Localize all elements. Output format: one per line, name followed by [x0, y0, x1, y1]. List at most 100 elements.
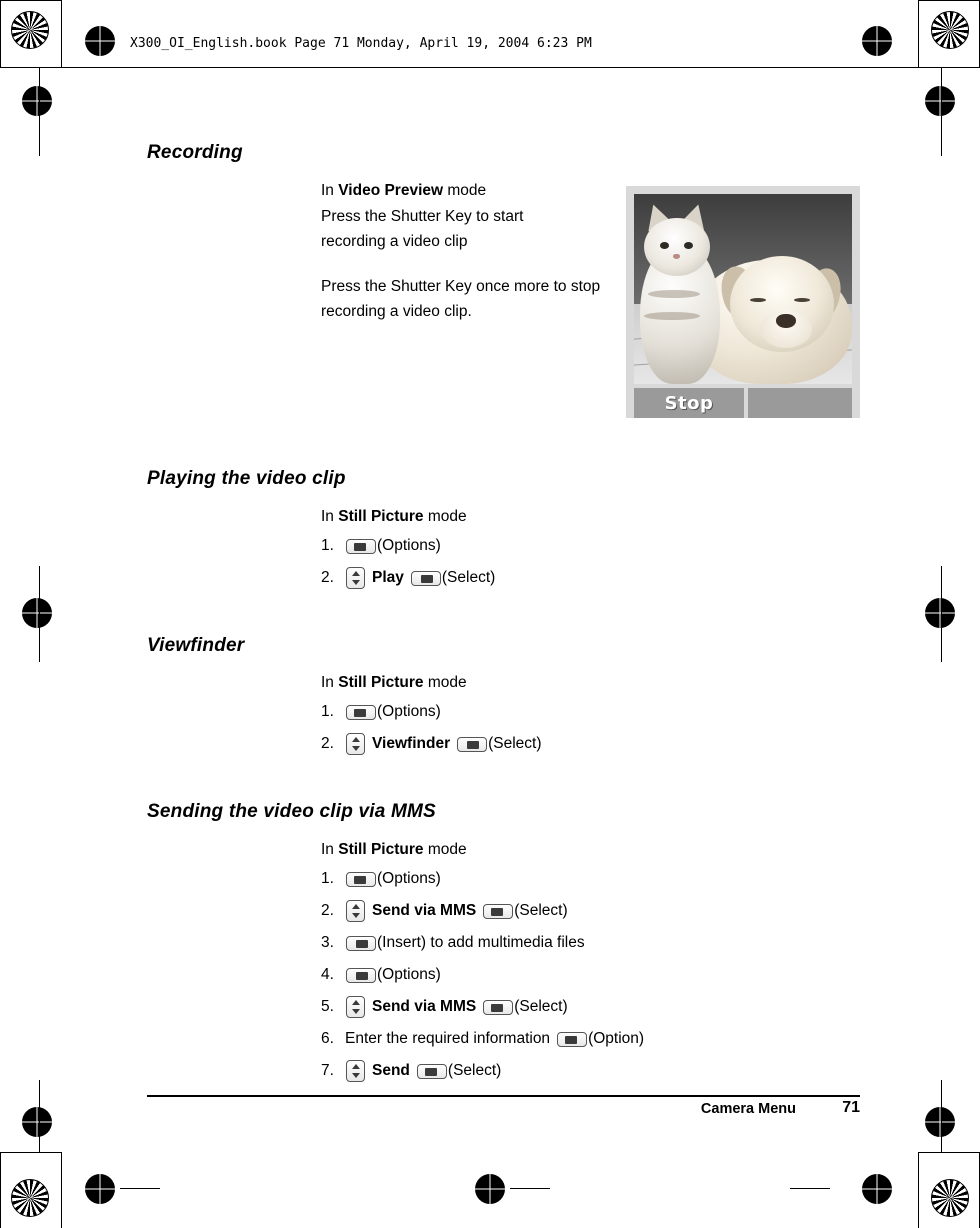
step-text: (Select) [514, 998, 568, 1015]
step-number: 2. [321, 735, 334, 752]
recording-intro: In Video Preview mode [321, 178, 621, 203]
sending-intro-bold: Still Picture [338, 841, 424, 858]
recording-paragraph-2: Press the Shutter Key once more to stop … [321, 278, 601, 320]
step-text: (Options) [377, 703, 441, 720]
playing-intro-prefix: In [321, 508, 339, 525]
page-footer: Camera Menu 71 [147, 1095, 860, 1121]
softkey-left-icon[interactable] [346, 935, 376, 951]
step-text: (Select) [447, 1062, 502, 1079]
list-item: 4. (Options) [321, 959, 644, 991]
photo-puppy-nose [776, 314, 796, 328]
footer-divider [147, 1095, 860, 1097]
registration-crosshair-bottom-right [862, 1174, 892, 1204]
photo-kitten-eye-left [660, 242, 669, 249]
step-number: 4. [321, 966, 334, 983]
list-item: 5. Send via MMS (Select) [321, 991, 644, 1023]
step-number: 7. [321, 1062, 334, 1079]
softkey-stop-button[interactable]: Stop [634, 388, 744, 418]
step-text: Enter the required information [345, 1030, 551, 1047]
step-text: (Option) [588, 1030, 645, 1047]
step-text: (Options) [377, 537, 441, 554]
registration-crosshair-bottom-center [475, 1174, 505, 1204]
list-item: 2. Send via MMS (Select) [321, 895, 644, 927]
softkey-right-icon[interactable] [483, 903, 514, 919]
softkey-left-icon[interactable] [410, 570, 441, 586]
photo-puppy-eye-left [750, 298, 766, 302]
sending-intro-suffix: mode [423, 841, 467, 858]
heading-recording: Recording [147, 142, 243, 163]
navigation-key-icon[interactable] [346, 567, 365, 589]
registration-crosshair-left-upper [22, 86, 52, 116]
step-number: 6. [321, 1030, 334, 1047]
list-item: 1. (Options) [321, 530, 495, 562]
viewfinder-steps: 1. (Options) 2. Viewfinder (Select) [321, 696, 542, 760]
navigation-key-icon[interactable] [346, 900, 365, 922]
navigation-key-icon[interactable] [346, 996, 365, 1018]
trim-tick-right-bottom [941, 1080, 942, 1152]
step-number: 1. [321, 537, 334, 554]
list-item: 3. (Insert) to add multimedia files [321, 927, 644, 959]
heading-viewfinder: Viewfinder [147, 635, 245, 656]
navigation-key-icon[interactable] [346, 733, 365, 755]
registration-crosshair-bottom-left [85, 1174, 115, 1204]
recording-intro-suffix: mode [443, 182, 487, 199]
registration-crosshair-left-lower [22, 1107, 52, 1137]
step-bold-label: Send via MMS [372, 902, 477, 919]
step-bold-label: Send via MMS [372, 998, 477, 1015]
heading-playing-video-clip: Playing the video clip [147, 468, 346, 489]
list-item: 6. Enter the required information (Optio… [321, 1023, 644, 1055]
trim-tick-left-top [39, 68, 40, 156]
playing-intro: In Still Picture mode [321, 504, 467, 529]
list-item: 1. (Options) [321, 696, 542, 728]
photo-kitten-head [644, 218, 710, 276]
softkey-right-button[interactable] [748, 388, 852, 418]
viewfinder-intro-bold: Still Picture [338, 674, 424, 691]
source-file-line: X300_OI_English.book Page 71 Monday, Apr… [130, 36, 592, 51]
list-item: 7. Send (Select) [321, 1055, 644, 1087]
softkey-right-icon[interactable] [557, 1031, 588, 1047]
softkey-right-icon[interactable] [346, 704, 376, 720]
step-text: (Select) [488, 735, 542, 752]
manual-page: X300_OI_English.book Page 71 Monday, Apr… [0, 0, 980, 1228]
photo-puppy-eye-right [794, 298, 810, 302]
step-bold-label: Play [372, 569, 404, 586]
trim-tick-bottom-left-h [120, 1188, 160, 1189]
softkey-right-icon[interactable] [346, 871, 376, 887]
list-item: 2. Viewfinder (Select) [321, 728, 542, 760]
sending-intro: In Still Picture mode [321, 837, 467, 862]
recording-paragraph-1: Press the Shutter Key to start recording… [321, 208, 524, 250]
playing-intro-suffix: mode [423, 508, 467, 525]
step-number: 1. [321, 703, 334, 720]
photo-kitten-nose [673, 254, 680, 259]
page-header-band [0, 0, 980, 68]
trim-tick-left-mid [39, 566, 40, 662]
playing-intro-bold: Still Picture [338, 508, 424, 525]
footer-chapter-label: Camera Menu [700, 1101, 796, 1117]
registration-crosshair-left-mid [22, 598, 52, 628]
trim-tick-bottom-right-h [790, 1188, 830, 1189]
registration-target-bottom-left [11, 1179, 49, 1217]
step-text: (Options) [377, 966, 441, 983]
camera-preview-figure: Stop [626, 186, 860, 418]
softkey-right-icon[interactable] [346, 538, 376, 554]
footer-page-number: 71 [842, 1099, 860, 1116]
step-number: 2. [321, 902, 334, 919]
softkey-left-icon[interactable] [457, 736, 488, 752]
step-number: 5. [321, 998, 334, 1015]
softkey-left-icon[interactable] [346, 967, 376, 983]
trim-tick-right-mid [941, 566, 942, 662]
camera-preview-screen: Stop [634, 194, 852, 566]
recording-intro-bold: Video Preview [338, 182, 444, 199]
playing-steps: 1. (Options) 2. Play (Select) [321, 530, 495, 594]
navigation-key-icon[interactable] [346, 1060, 365, 1082]
softkey-right-icon[interactable] [483, 999, 514, 1015]
trim-tick-bottom-center-h [510, 1188, 550, 1189]
softkey-right-icon[interactable] [416, 1063, 447, 1079]
step-number: 1. [321, 870, 334, 887]
trim-tick-left-bottom [39, 1080, 40, 1152]
step-text: (Insert) to add multimedia files [377, 934, 585, 951]
registration-crosshair-right-mid [925, 598, 955, 628]
preview-softkey-bar: Stop [634, 388, 852, 418]
list-item: 2. Play (Select) [321, 562, 495, 594]
registration-target-bottom-right [931, 1179, 969, 1217]
